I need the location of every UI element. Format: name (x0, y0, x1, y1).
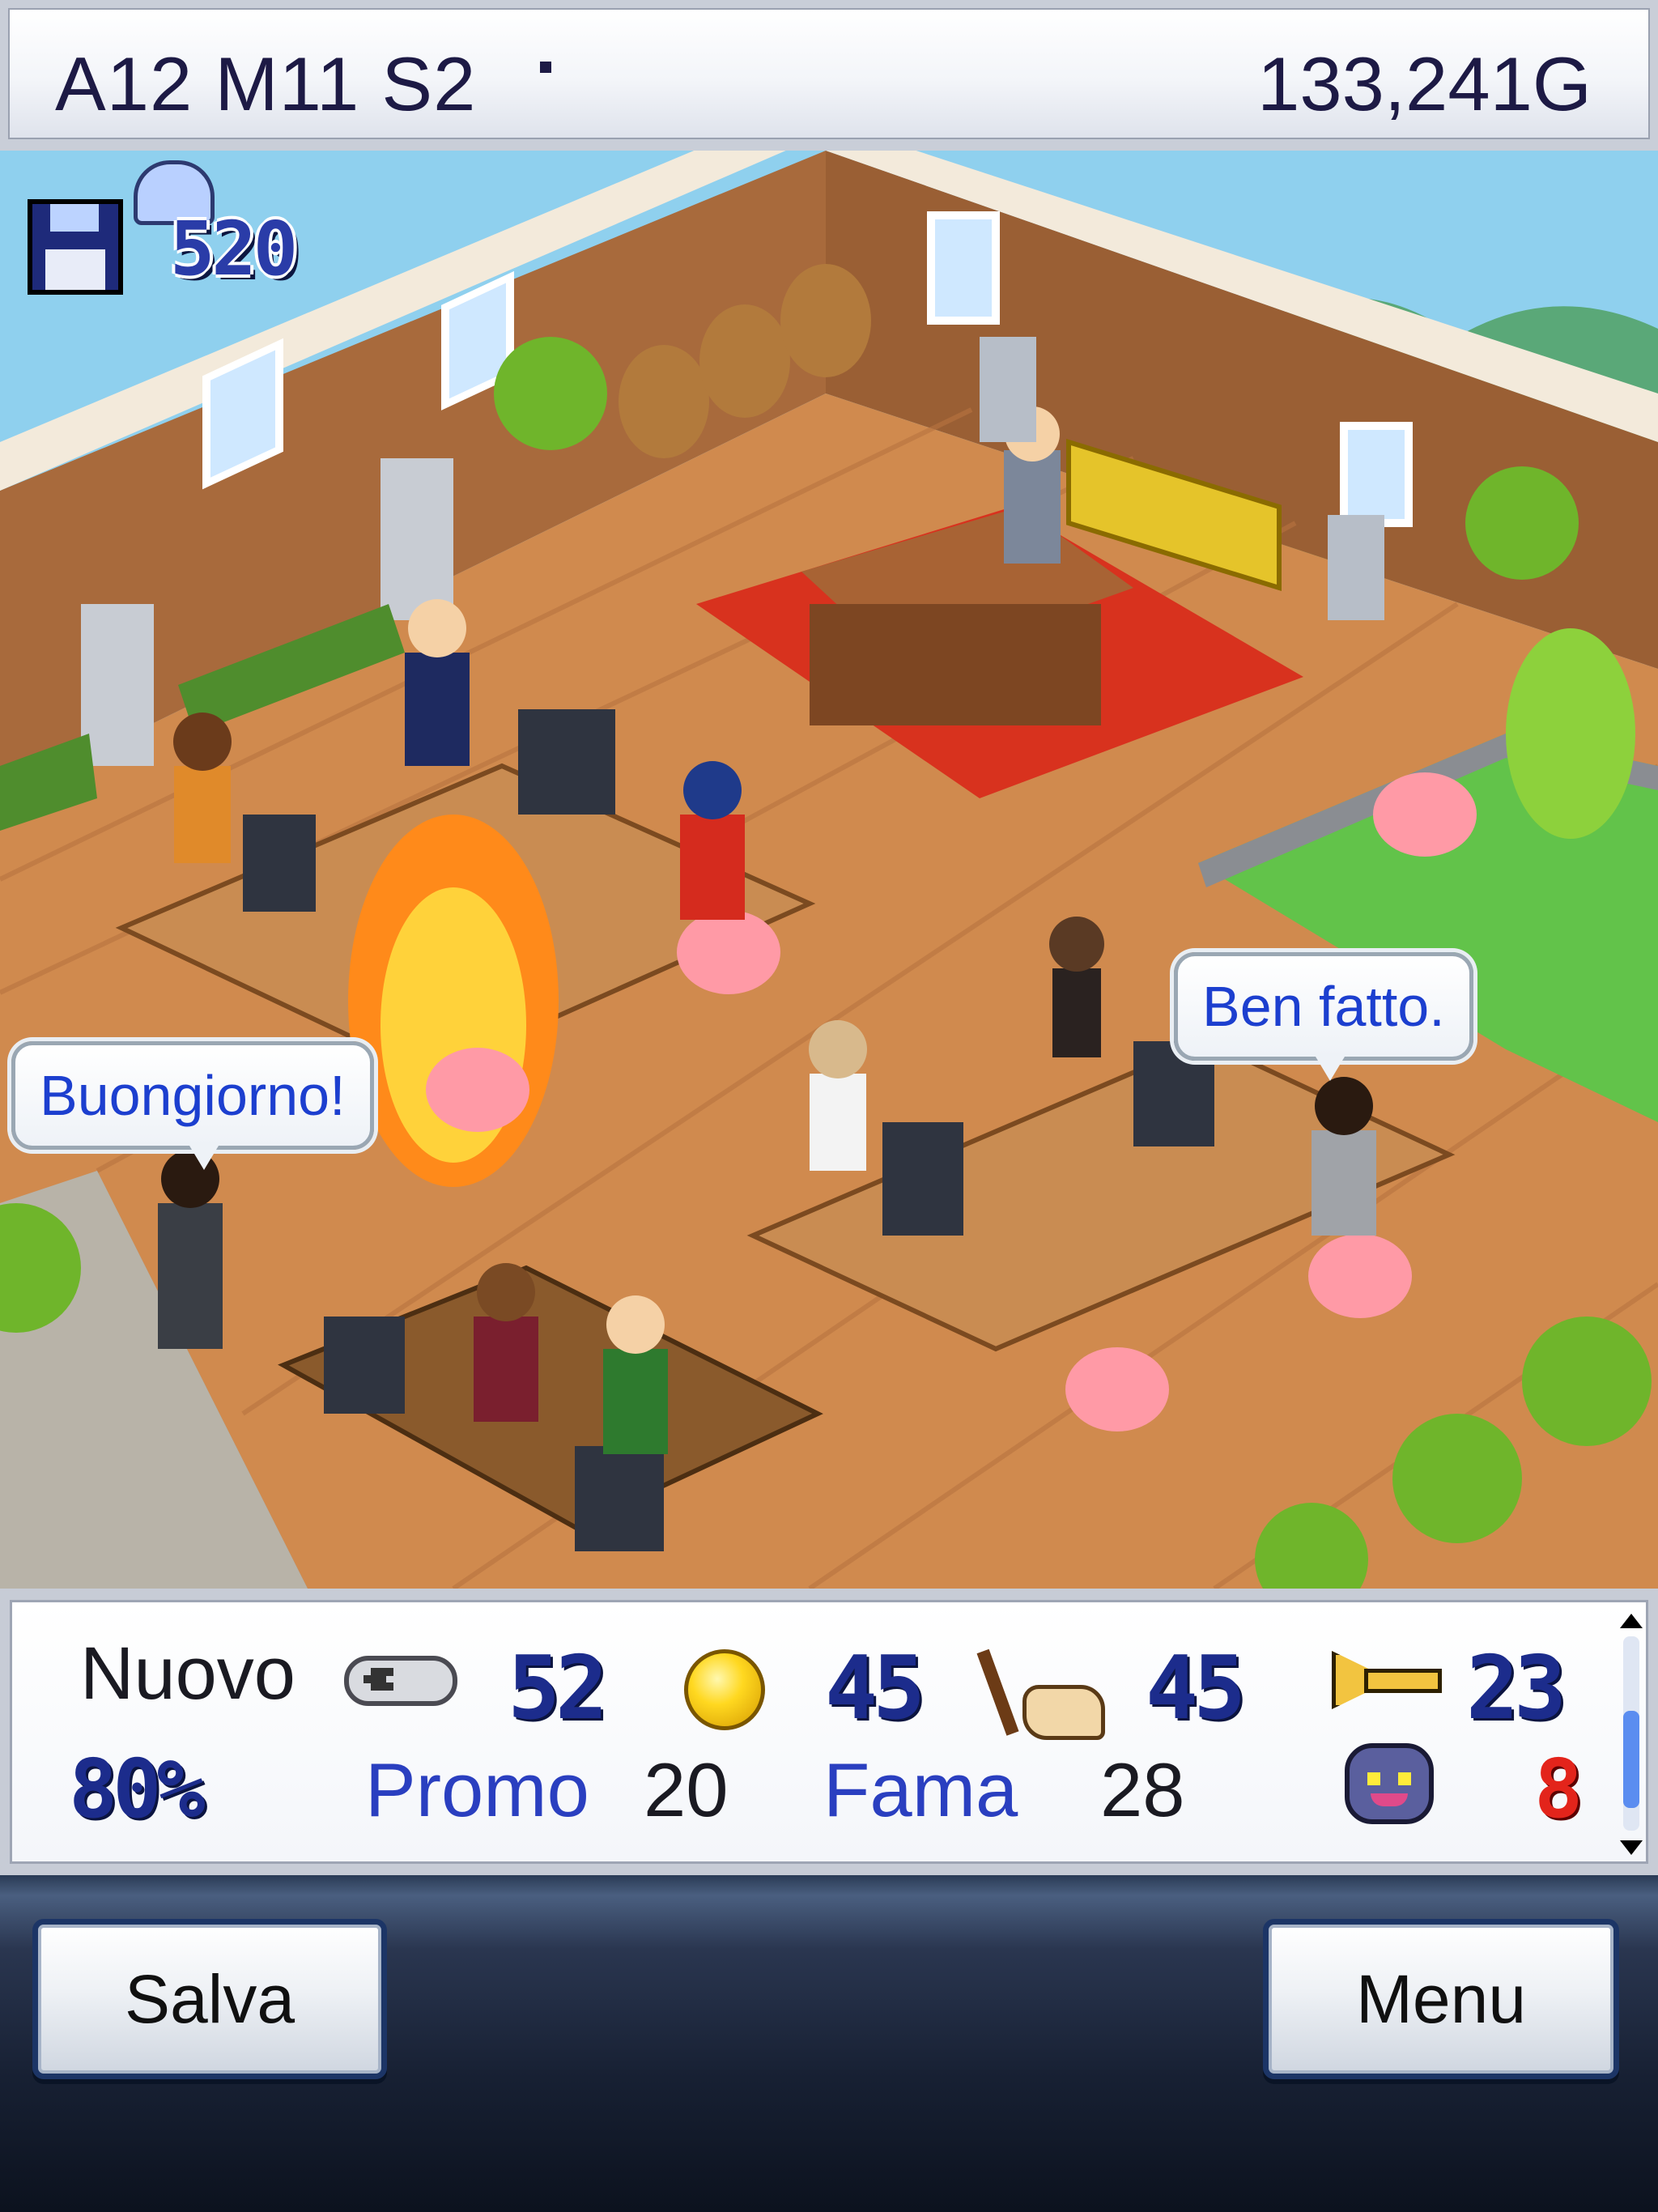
promo-label: Promo (365, 1747, 589, 1832)
fame-label: Fama (823, 1747, 1018, 1832)
sound-stat: 23 (1466, 1638, 1567, 1739)
fun-stat: 52 (508, 1638, 608, 1739)
speech-bubble-praise: Ben fatto. (1174, 952, 1473, 1081)
game-status-panel[interactable]: Nuovo 52 45 45 23 80% Promo 20 Fama 28 8 (0, 1589, 1658, 1875)
trumpet-icon (1332, 1643, 1442, 1708)
research-points-value: 520 (170, 206, 298, 292)
paintbrush-icon (1006, 1646, 1105, 1740)
speech-bubble-greeting: Buongiorno! (11, 1041, 374, 1170)
bug-count: 8 (1534, 1742, 1584, 1836)
save-disk-icon (28, 199, 123, 295)
creativity-stat: 45 (825, 1638, 925, 1739)
graphics-stat: 45 (1146, 1638, 1246, 1739)
scroll-thumb[interactable] (1623, 1711, 1639, 1808)
top-bar: A12 M11 S2 133,241G (0, 0, 1658, 151)
game-title: Nuovo (80, 1632, 295, 1715)
promo-value: 20 (644, 1747, 729, 1832)
status-scrollbar[interactable] (1617, 1614, 1644, 1855)
development-progress: 80% (69, 1742, 206, 1836)
game-date: A12 M11 S2 (55, 41, 477, 126)
game-status-content: Nuovo 52 45 45 23 80% Promo 20 Fama 28 8 (10, 1600, 1648, 1864)
office-scene (0, 151, 1658, 1589)
date-indicator-dot (540, 62, 551, 73)
bug-icon (1345, 1743, 1434, 1824)
scroll-down-arrow-icon[interactable] (1620, 1840, 1643, 1855)
fame-value: 28 (1100, 1747, 1185, 1832)
scroll-up-arrow-icon[interactable] (1620, 1614, 1643, 1628)
game-view[interactable]: 520 Buongiorno! Ben fatto. (0, 151, 1658, 1589)
top-bar-panel: A12 M11 S2 133,241G (8, 8, 1650, 139)
bottom-bar: Salva Menu (0, 1875, 1658, 2212)
menu-button[interactable]: Menu (1263, 1919, 1619, 2079)
money-counter: 133,241G (1257, 41, 1592, 126)
gamepad-icon (344, 1656, 457, 1706)
coin-icon (684, 1649, 765, 1730)
save-button[interactable]: Salva (32, 1919, 387, 2079)
